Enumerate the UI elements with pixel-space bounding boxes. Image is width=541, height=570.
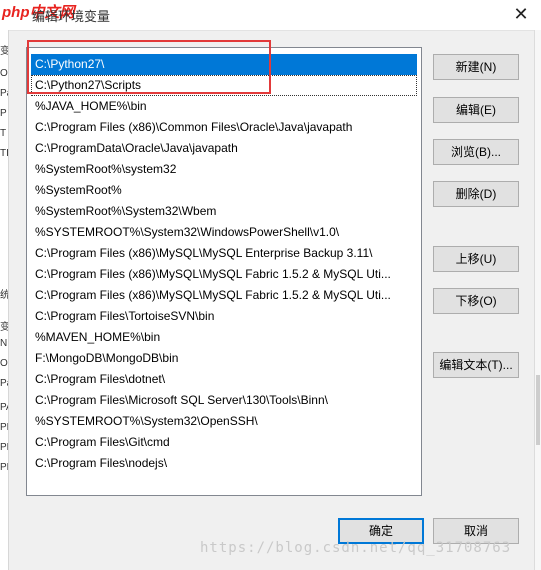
left-fragment: P (0, 108, 7, 119)
list-item[interactable]: C:\Python27\ (31, 54, 417, 75)
list-item[interactable]: %SystemRoot%\system32 (31, 159, 417, 180)
left-fragment: 变 (0, 322, 9, 333)
left-fragment: 变 (0, 46, 9, 57)
watermark: https://blog.csdn.net/qq_31708763 (200, 540, 512, 556)
left-fragment: N (0, 338, 8, 349)
list-item[interactable]: C:\Program Files (x86)\MySQL\MySQL Enter… (31, 243, 417, 264)
list-item[interactable]: C:\Python27\Scripts (31, 75, 417, 96)
list-item[interactable]: C:\Program Files (x86)\MySQL\MySQL Fabri… (31, 285, 417, 306)
list-item[interactable]: F:\MongoDB\MongoDB\bin (31, 348, 417, 369)
left-fragment: PF (0, 462, 8, 473)
edit-button[interactable]: 编辑(E) (433, 97, 519, 123)
list-item[interactable]: C:\Program Files\TortoiseSVN\bin (31, 306, 417, 327)
list-item[interactable]: C:\Program Files (x86)\MySQL\MySQL Fabri… (31, 264, 417, 285)
list-item[interactable]: C:\Program Files\Microsoft SQL Server\13… (31, 390, 417, 411)
left-fragment: Pa (0, 88, 8, 99)
background-scrollbar (534, 30, 541, 570)
move-up-button[interactable]: 上移(U) (433, 246, 519, 272)
list-item[interactable]: %SYSTEMROOT%\System32\WindowsPowerShell\… (31, 222, 417, 243)
left-fragment: 统 (0, 290, 9, 301)
left-fragment: PF (0, 442, 8, 453)
list-item[interactable]: C:\Program Files\Git\cmd (31, 432, 417, 453)
new-button[interactable]: 新建(N) (433, 54, 519, 80)
list-item[interactable]: %SystemRoot%\System32\Wbem (31, 201, 417, 222)
list-item[interactable]: %JAVA_HOME%\bin (31, 96, 417, 117)
left-fragment: PF (0, 422, 8, 433)
left-fragment: Pa (0, 378, 8, 389)
list-item[interactable]: C:\Program Files\nodejs\ (31, 453, 417, 474)
edit-text-button[interactable]: 编辑文本(T)... (433, 352, 519, 378)
list-item[interactable]: C:\ProgramData\Oracle\Java\javapath (31, 138, 417, 159)
left-fragment: O (0, 358, 8, 369)
background-window-edge: 变 O Pa P T TI 统 变 N O Pa PA PF PF PF (0, 30, 9, 570)
move-down-button[interactable]: 下移(O) (433, 288, 519, 314)
left-fragment: O (0, 68, 8, 79)
list-item[interactable]: C:\Program Files\dotnet\ (31, 369, 417, 390)
edit-env-var-dialog: php中文网 编辑环境变量 ✕ 变 O Pa P T TI 统 变 N O Pa… (0, 0, 541, 570)
left-fragment: PA (0, 402, 8, 413)
title-bar: php中文网 编辑环境变量 ✕ (0, 0, 541, 31)
path-list[interactable]: C:\Python27\ C:\Python27\Scripts %JAVA_H… (26, 47, 422, 496)
list-item[interactable]: C:\Program Files (x86)\Common Files\Orac… (31, 117, 417, 138)
scrollbar-thumb (536, 375, 540, 445)
close-icon[interactable]: ✕ (511, 3, 531, 25)
left-fragment: T (0, 128, 7, 139)
dialog-title: 编辑环境变量 (32, 9, 111, 24)
list-item[interactable]: %SystemRoot% (31, 180, 417, 201)
list-item[interactable]: %SYSTEMROOT%\System32\OpenSSH\ (31, 411, 417, 432)
browse-button[interactable]: 浏览(B)... (433, 139, 519, 165)
list-item[interactable]: %MAVEN_HOME%\bin (31, 327, 417, 348)
delete-button[interactable]: 删除(D) (433, 181, 519, 207)
left-fragment: TI (0, 148, 9, 159)
